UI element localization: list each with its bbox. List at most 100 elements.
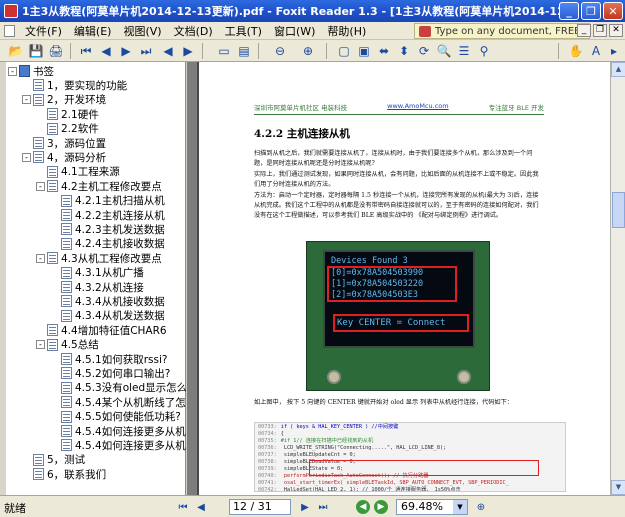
bookmark-page-icon [61,425,72,437]
zoom-out-icon[interactable]: ⊖ [272,43,288,59]
document-viewer[interactable]: 深圳市阿莫单片机社区 电装科技 www.AmoMcu.com 专注蓝牙 BLE … [187,62,625,495]
hand-tool-icon[interactable]: ✋ [568,43,584,59]
bookmark-item[interactable]: - 4，源码分析 [22,150,106,164]
doc-restore-button[interactable]: ❐ [593,24,607,37]
bookmark-item[interactable]: 4.5.4某个从机断线了怎么办 [50,395,186,409]
menu-file[interactable]: 文件(F) [19,23,68,39]
back-view-button[interactable]: ◀ [356,500,370,514]
menu-edit[interactable]: 编辑(E) [68,23,118,39]
find-icon[interactable]: 🔍 [436,43,452,59]
collapse-toggle-icon[interactable]: - [22,95,31,105]
menu-help[interactable]: 帮助(H) [321,23,372,39]
page-number-field[interactable]: 12 / 31 [229,499,291,515]
doc-minimize-button[interactable]: _ [577,24,591,37]
bookmark-item[interactable]: 4.3.4从机接收数据 [50,294,165,308]
collapse-toggle-icon[interactable]: - [8,66,17,76]
line-number: 00740: [258,473,277,479]
foxit-app-icon[interactable] [4,4,18,18]
binoculars-icon[interactable]: ⚲ [476,43,492,59]
restore-button[interactable]: ❐ [581,2,601,20]
menu-view[interactable]: 视图(V) [117,23,167,39]
fit-width-icon[interactable]: ⬌ [376,43,392,59]
promo-banner[interactable]: Type on any document, FREE! [414,23,590,39]
zoom-in-icon[interactable]: ⊕ [300,43,316,59]
bookmark-item[interactable]: 4.3.1从机广播 [50,266,144,280]
fit-page-icon[interactable]: ▣ [356,43,372,59]
zoom-dropdown-icon[interactable]: ▼ [453,500,467,514]
document-icon[interactable] [4,24,15,37]
bookmark-item[interactable]: 3，源码位置 [22,136,106,150]
actual-size-icon[interactable]: ▢ [336,43,352,59]
print-icon[interactable]: 🖨 [48,43,64,59]
text-select-icon[interactable]: A [588,43,604,59]
bookmark-panel-icon[interactable]: ☰ [456,43,472,59]
back-icon[interactable]: ◀ [160,43,176,59]
prev-page-button[interactable]: ◀ [194,500,208,514]
first-page-button[interactable]: ⏮ [176,500,190,514]
vertical-scrollbar[interactable]: ▲ ▼ [610,62,625,495]
bookmark-item[interactable]: 2.2软件 [36,122,99,136]
close-button[interactable]: ✕ [603,2,623,20]
bookmark-item[interactable]: 4.5.2如何串口输出? [50,366,170,380]
collapse-toggle-icon[interactable]: - [36,181,45,191]
bookmark-item[interactable]: 4.5.1如何获取rssi? [50,352,167,366]
bookmark-item[interactable]: - 4.5总结 [36,338,99,352]
single-page-icon[interactable]: ▭ [216,43,232,59]
bookmark-item[interactable]: - 4.3从机工程修改要点 [36,251,162,265]
bookmark-item[interactable]: - 4.2主机工程修改要点 [36,179,162,193]
open-folder-icon[interactable]: 📂 [8,43,24,59]
bookmark-item[interactable]: 2.1硬件 [36,107,99,121]
bookmark-item[interactable]: - 书签 [8,64,54,78]
collapse-toggle-icon[interactable]: - [36,340,45,350]
prev-page-icon[interactable]: ◀ [98,43,114,59]
bookmark-item[interactable]: 4.5.4如何连接更多从机? [50,424,186,438]
forward-view-button[interactable]: ▶ [374,500,388,514]
bookmark-item[interactable]: 4.2.1主机扫描从机 [50,194,165,208]
bookmark-label: 4.2.3主机发送数据 [75,223,165,236]
zoom-field[interactable]: 69.48% ▼ [396,499,468,515]
last-page-icon[interactable]: ⏭ [138,43,154,59]
bookmark-item[interactable]: 4.5.3没有oled显示怎么办? [50,381,186,395]
scroll-down-icon[interactable]: ▼ [611,480,625,495]
bookmark-item[interactable]: 5，测试 [22,453,85,467]
menu-document[interactable]: 文档(D) [168,23,219,39]
bookmark-page-icon [61,295,72,308]
header-link[interactable]: www.AmoMcu.com [387,102,448,112]
bookmark-item[interactable]: 4.3.4从机发送数据 [50,309,165,323]
menu-window[interactable]: 窗口(W) [268,23,321,39]
bookmark-item[interactable]: 4.2.4主机接收数据 [50,237,165,251]
collapse-toggle-icon[interactable]: - [36,253,45,263]
save-icon[interactable]: 💾 [28,43,44,59]
bookmark-page-icon [61,266,72,279]
bookmark-item[interactable]: - 2，开发环境 [22,93,106,107]
next-page-button[interactable]: ▶ [298,500,312,514]
title-bar[interactable]: 1主3从教程(阿莫单片机2014-12-13更新).pdf - Foxit Re… [0,0,625,22]
menu-tools[interactable]: 工具(T) [219,23,268,39]
rotate-icon[interactable]: ⟳ [416,43,432,59]
bookmark-item[interactable]: 4.5.5如何使能低功耗? [50,410,181,424]
next-page-icon[interactable]: ▶ [118,43,134,59]
bookmark-item[interactable]: 4.3.2从机连接 [50,280,144,294]
doc-close-button[interactable]: ✕ [609,24,623,37]
bookmark-label: 4.5.1如何获取rssi? [75,353,168,366]
bookmark-item[interactable]: 4.2.3主机发送数据 [50,222,165,236]
zoom-in-button[interactable]: ⊕ [474,500,488,514]
continuous-page-icon[interactable]: ▤ [236,43,252,59]
forward-icon[interactable]: ▶ [180,43,196,59]
code-text: #if 1// 连接在扫描中已经找到的从机 [280,438,374,444]
scroll-thumb[interactable] [612,192,625,228]
more-tools-icon[interactable]: ▸ [606,43,622,59]
bookmark-item[interactable]: 6，联系我们 [22,467,106,481]
fit-visible-icon[interactable]: ⬍ [396,43,412,59]
minimize-button[interactable]: _ [559,2,579,20]
first-page-icon[interactable]: ⏮ [78,43,94,59]
bookmark-item[interactable]: 4.4增加特征值CHAR6 [36,323,167,337]
scroll-up-icon[interactable]: ▲ [611,62,625,77]
bookmark-item[interactable]: 4.2.2主机连接从机 [50,208,165,222]
collapse-toggle-icon[interactable]: - [22,152,31,162]
bookmark-item[interactable]: 4.1工程来源 [36,165,120,179]
typewriter-icon [419,26,431,37]
bookmark-item[interactable]: 4.5.4如何连接更多从机? [50,438,186,452]
bookmark-item[interactable]: 1，要实现的功能 [22,78,127,92]
last-page-button[interactable]: ⏭ [316,500,330,514]
